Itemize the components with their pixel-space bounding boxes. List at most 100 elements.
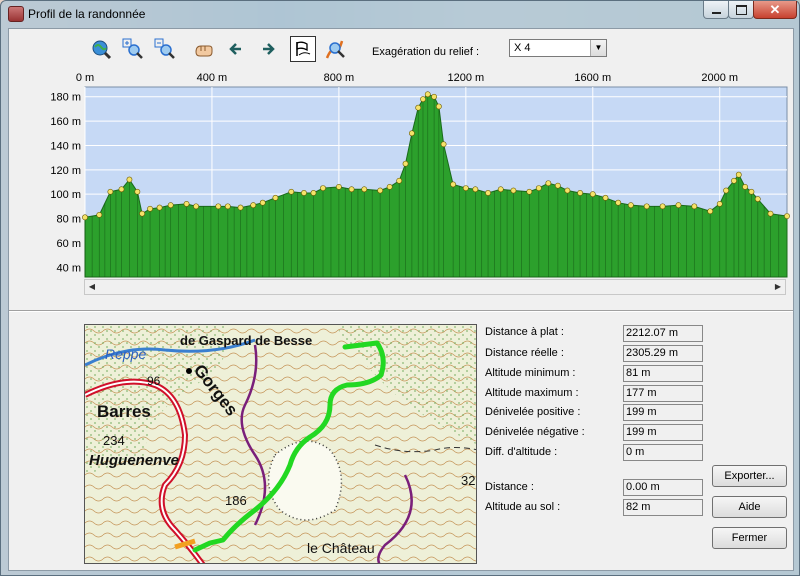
elevation-point bbox=[497, 186, 504, 193]
y-tick-label: 80 m bbox=[57, 214, 81, 226]
app-icon bbox=[8, 6, 24, 22]
y-tick-label: 140 m bbox=[50, 140, 81, 152]
elevation-point bbox=[485, 190, 491, 196]
panel-separator bbox=[9, 310, 793, 312]
close-window-button[interactable]: ✕ bbox=[753, 1, 797, 19]
ground-altitude-label: Altitude au sol : bbox=[485, 501, 561, 513]
elevation-point bbox=[139, 210, 146, 217]
elevation-point bbox=[118, 186, 125, 193]
x-tick-label: 1600 m bbox=[574, 72, 611, 84]
altitude-diff-value: 0 m bbox=[623, 444, 703, 461]
maximize-button[interactable] bbox=[728, 1, 754, 19]
y-tick-label: 100 m bbox=[50, 189, 81, 201]
elevation-point bbox=[96, 211, 103, 218]
topographic-map[interactable]: de Gaspard de Besse Reppe 96 Gorges Barr… bbox=[84, 324, 477, 564]
elevation-point bbox=[707, 208, 714, 215]
elevation-point bbox=[716, 201, 723, 207]
close-button[interactable]: Fermer bbox=[712, 527, 787, 549]
elevation-point bbox=[431, 93, 437, 100]
chart-horizontal-scrollbar[interactable]: ◀ ▶ bbox=[84, 279, 786, 295]
elevation-point bbox=[424, 91, 431, 98]
elevation-point bbox=[156, 204, 163, 211]
elevation-point bbox=[377, 187, 384, 194]
elevation-point bbox=[107, 188, 114, 195]
elevation-point bbox=[167, 202, 174, 209]
elevation-point bbox=[535, 185, 542, 191]
elevation-point bbox=[348, 186, 355, 193]
title-bar[interactable]: Profil de la randonnée ✕ bbox=[1, 1, 799, 27]
elevation-point bbox=[408, 130, 415, 137]
elevation-point bbox=[288, 188, 295, 195]
x-tick-label: 800 m bbox=[324, 72, 355, 84]
elevation-point bbox=[183, 201, 190, 207]
map-label: 96 bbox=[147, 374, 161, 388]
elevation-point bbox=[615, 199, 622, 206]
x-tick-label: 1200 m bbox=[447, 72, 484, 84]
elevation-point bbox=[224, 203, 231, 210]
maximize-icon bbox=[735, 4, 747, 15]
elevation-point bbox=[415, 104, 422, 111]
minimize-icon bbox=[711, 11, 721, 14]
minimize-button[interactable] bbox=[703, 1, 729, 19]
elevation-point bbox=[659, 203, 666, 210]
dialog-client-area: Exagération du relief : X 4 ▼ 0 m 400 m 80… bbox=[8, 28, 794, 571]
y-tick-label: 160 m bbox=[50, 116, 81, 128]
elevation-point bbox=[215, 203, 222, 210]
map-label: Reppe bbox=[105, 346, 146, 362]
elevation-point bbox=[735, 171, 742, 178]
scroll-right-icon[interactable]: ▶ bbox=[771, 280, 785, 294]
elevation-point bbox=[462, 185, 469, 191]
elevation-point bbox=[301, 190, 307, 196]
elevation-point bbox=[193, 203, 199, 210]
profile-window: Profil de la randonnée ✕ Exagération du … bbox=[0, 0, 800, 576]
elevation-point bbox=[250, 202, 257, 209]
y-tick-label: 60 m bbox=[57, 238, 81, 250]
flat-distance-value: 2212.07 m bbox=[623, 325, 703, 342]
real-distance-label: Distance réelle : bbox=[485, 347, 564, 359]
elevation-point bbox=[134, 188, 141, 195]
elevation-point bbox=[589, 191, 596, 198]
elevation-point bbox=[767, 210, 774, 217]
real-distance-value: 2305.29 m bbox=[623, 345, 703, 362]
y-tick-label: 120 m bbox=[50, 165, 81, 177]
elevation-point bbox=[691, 203, 698, 210]
map-label: le Château bbox=[307, 540, 375, 556]
negative-elevation-value: 199 m bbox=[623, 424, 703, 441]
scroll-left-icon[interactable]: ◀ bbox=[85, 280, 99, 294]
elevation-point bbox=[237, 204, 244, 211]
elevation-point bbox=[420, 96, 426, 103]
elevation-point bbox=[386, 183, 393, 190]
y-tick-label: 40 m bbox=[57, 262, 81, 274]
elevation-point bbox=[554, 182, 561, 189]
max-altitude-label: Altitude maximum : bbox=[485, 387, 579, 399]
map-label: 186 bbox=[225, 493, 247, 508]
elevation-point bbox=[335, 183, 342, 190]
help-button[interactable]: Aide bbox=[712, 496, 787, 518]
elevation-point bbox=[731, 177, 737, 184]
x-tick-label: 0 m bbox=[76, 72, 94, 84]
elevation-point bbox=[545, 180, 552, 187]
flat-distance-label: Distance à plat : bbox=[485, 326, 564, 338]
elevation-point bbox=[784, 213, 790, 220]
elevation-point bbox=[723, 187, 729, 194]
elevation-point bbox=[602, 194, 609, 201]
x-tick-label: 400 m bbox=[197, 72, 228, 84]
elevation-point bbox=[147, 205, 153, 212]
elevation-point bbox=[742, 183, 749, 190]
elevation-point bbox=[272, 194, 279, 201]
elevation-point bbox=[320, 185, 326, 191]
elevation-point bbox=[259, 199, 266, 206]
map-label: Huguenenve bbox=[89, 452, 179, 469]
elevation-point bbox=[82, 214, 88, 221]
elevation-point bbox=[627, 202, 634, 209]
map-label: 32 bbox=[461, 473, 475, 488]
cursor-distance-label: Distance : bbox=[485, 481, 534, 493]
map-label: de Gaspard de Besse bbox=[180, 333, 312, 348]
map-label: Barres bbox=[97, 402, 151, 421]
elevation-point bbox=[396, 177, 403, 184]
export-button[interactable]: Exporter... bbox=[712, 465, 787, 487]
min-altitude-value: 81 m bbox=[623, 365, 703, 382]
elevation-point bbox=[754, 196, 761, 202]
close-icon: ✕ bbox=[769, 2, 781, 17]
elevation-profile-chart[interactable]: 0 m 400 m 800 m 1200 m 1600 m 2000 m 40 m 60 m 8… bbox=[9, 29, 795, 281]
